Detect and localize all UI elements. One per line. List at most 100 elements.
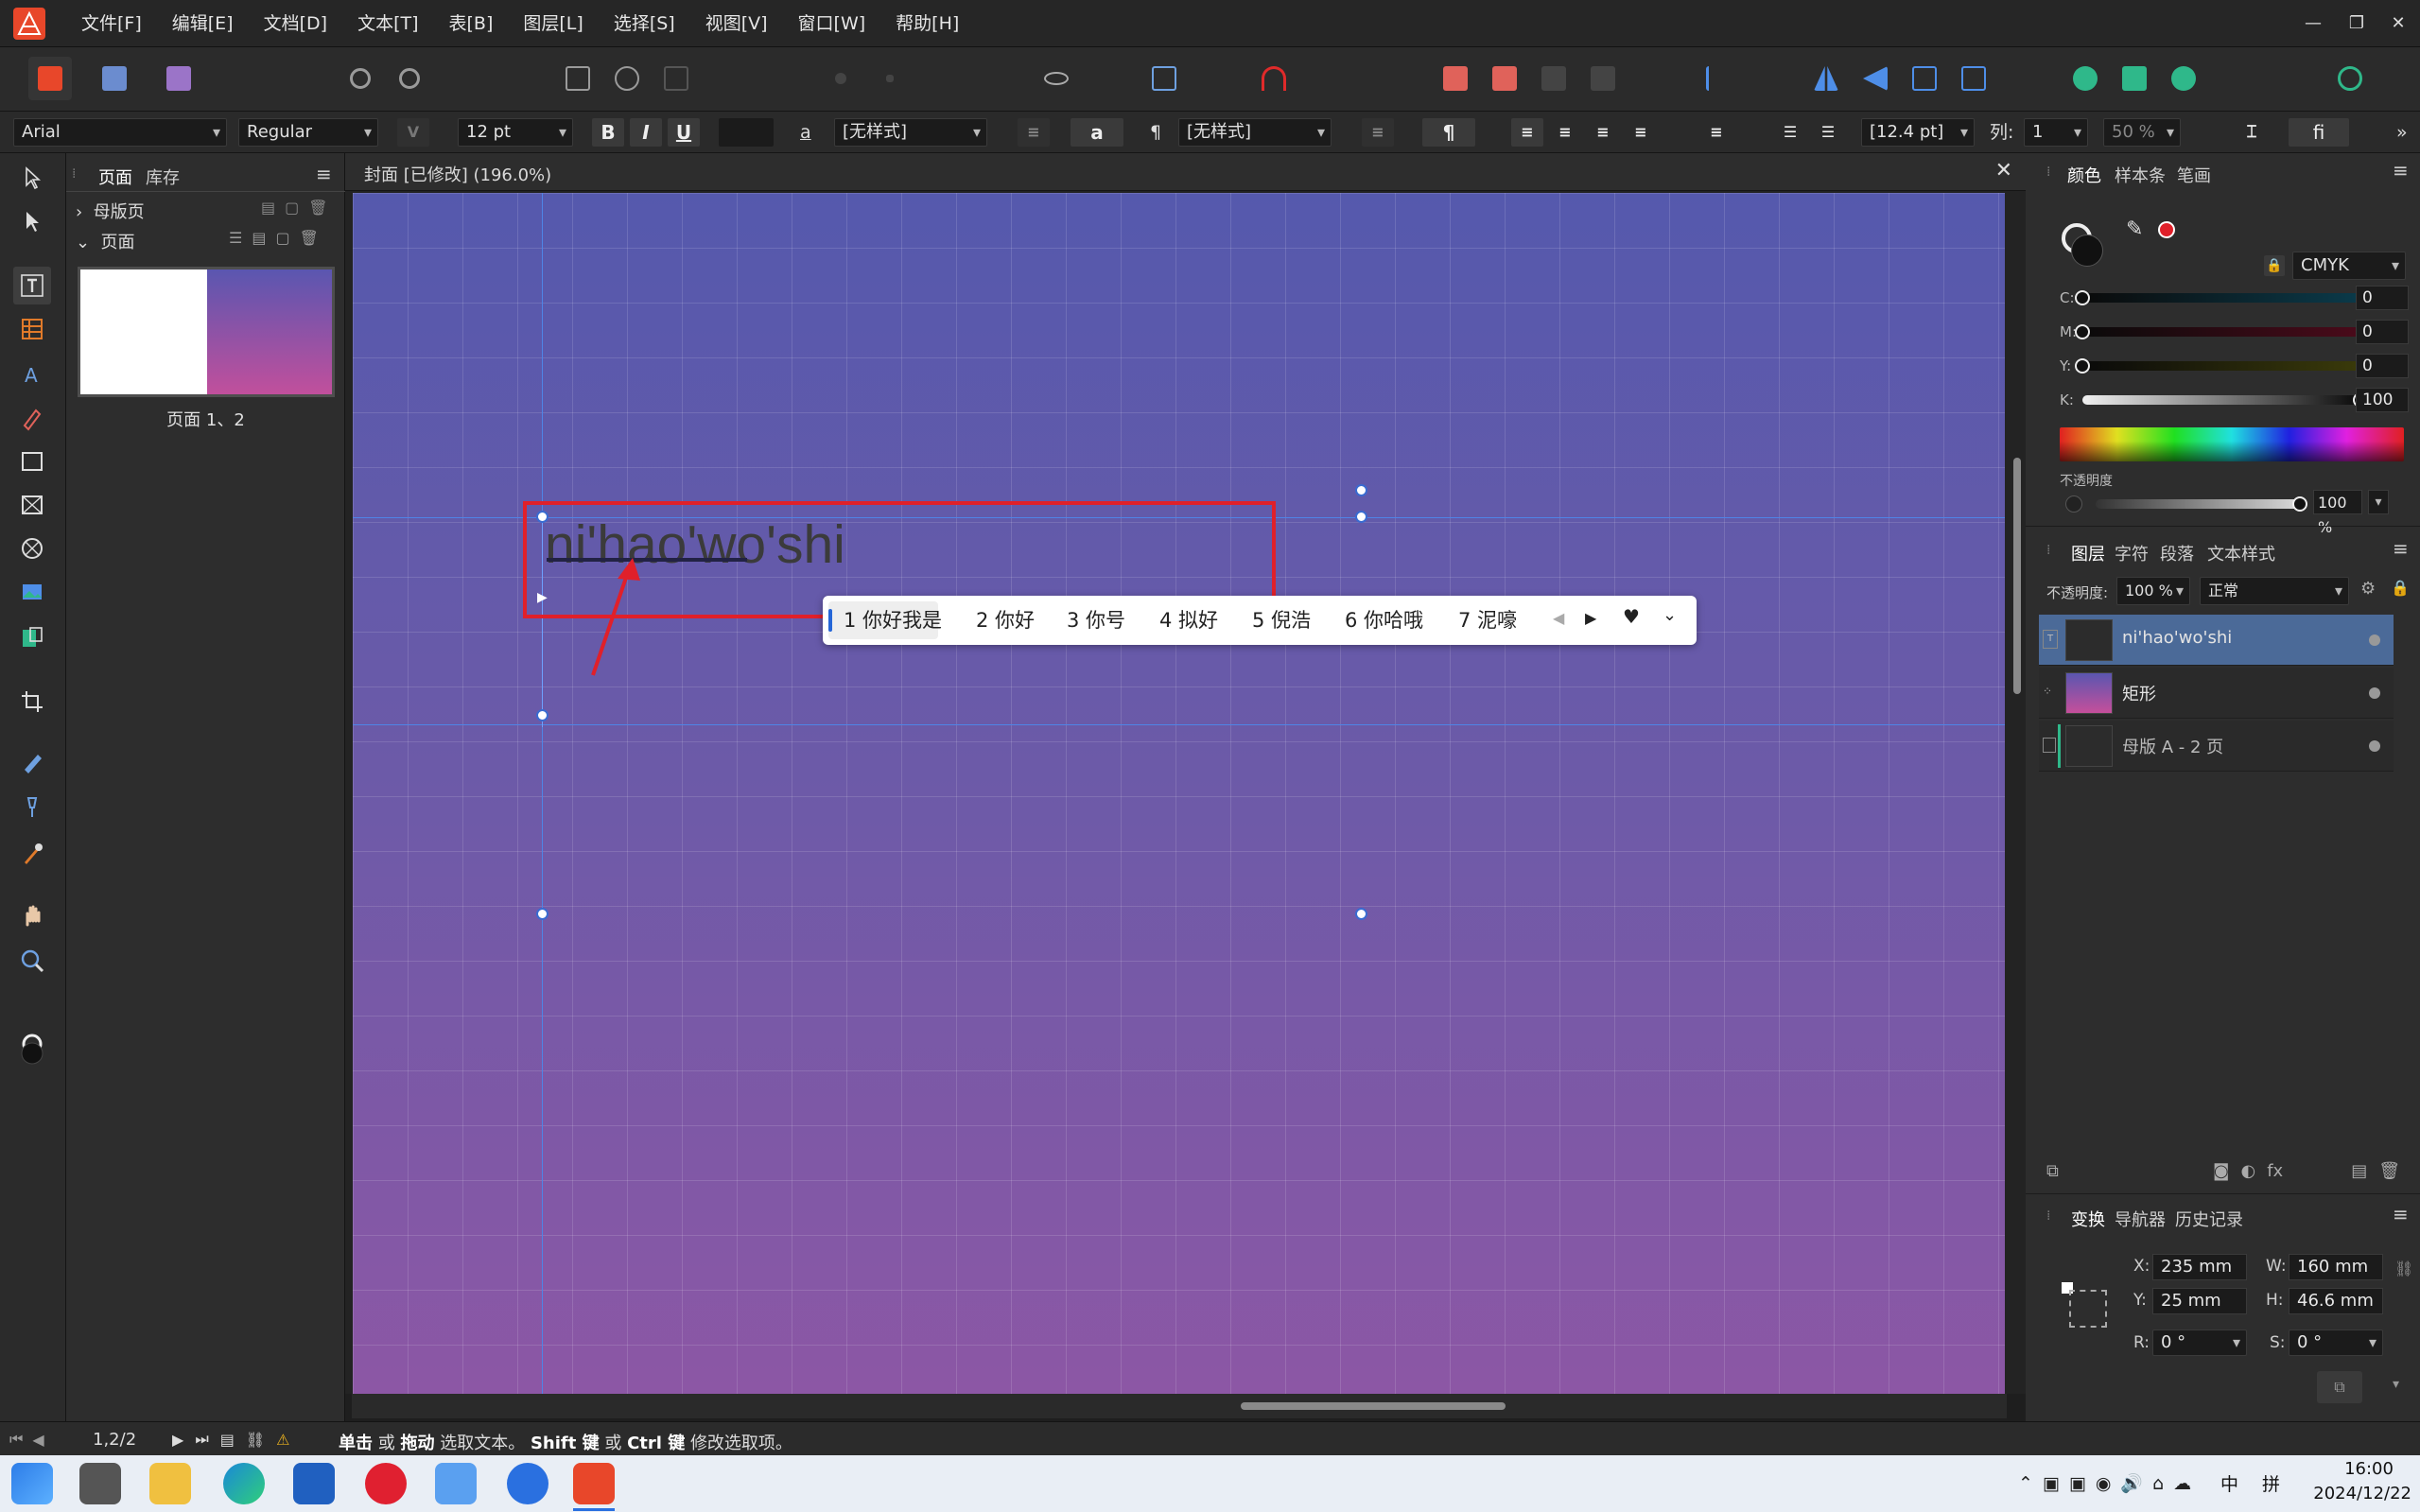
page-counter[interactable]: 1,2/2 — [93, 1430, 136, 1450]
underline-button[interactable]: U — [668, 118, 700, 147]
c-value[interactable]: 0 — [2356, 286, 2409, 310]
horizontal-scrollbar[interactable] — [352, 1394, 2007, 1418]
page-options-icon[interactable]: ☰ — [229, 229, 242, 247]
panel-menu-icon[interactable]: ≡ — [2393, 159, 2409, 182]
task-view-icon[interactable] — [79, 1463, 121, 1504]
y-field[interactable]: 25 mm — [2152, 1288, 2247, 1314]
menu-select[interactable]: 选择[S] — [599, 0, 690, 47]
y-value[interactable]: 0 — [2356, 354, 2409, 378]
font-style-select[interactable]: Regular — [238, 118, 378, 147]
fx-icon[interactable]: fx — [2267, 1161, 2283, 1181]
rotate-handle[interactable] — [1355, 484, 1367, 496]
frame-text-tool-icon[interactable] — [13, 267, 51, 304]
delete-master-icon[interactable]: 🗑 — [308, 199, 327, 217]
layer-opacity-select[interactable]: 100 % — [2116, 577, 2190, 605]
menu-text[interactable]: 文本[T] — [342, 0, 433, 47]
layer-settings-gear-icon[interactable]: ⚙ — [2360, 579, 2376, 599]
network-icon[interactable]: ⌂ — [2152, 1473, 2164, 1494]
edge-browser-icon[interactable] — [223, 1463, 265, 1504]
rotate-right-icon[interactable] — [1952, 57, 1995, 100]
no-fill-icon[interactable] — [2065, 495, 2082, 513]
tab-character[interactable]: 字符 — [2115, 541, 2149, 565]
toolbar-overflow-icon[interactable]: » — [2396, 118, 2408, 147]
prev-page-icon[interactable]: ◀ — [32, 1431, 44, 1449]
arrange-back-icon[interactable] — [1581, 57, 1625, 100]
next-page-icon[interactable]: ▶ — [172, 1431, 183, 1449]
align-left-icon[interactable]: ≡ — [1511, 118, 1543, 147]
y-slider-knob[interactable] — [2075, 358, 2090, 374]
ime-mode-indicator[interactable]: 拼 — [2262, 1470, 2280, 1496]
shear-field[interactable]: 0 ° — [2289, 1330, 2383, 1356]
node-tool-icon[interactable] — [13, 202, 51, 240]
tab-color[interactable]: 颜色 — [2067, 163, 2101, 187]
justify-icon[interactable]: ≡ — [1625, 118, 1657, 147]
opacity-slider[interactable] — [2096, 499, 2304, 509]
vertical-scrollbar[interactable] — [2011, 195, 2024, 1388]
place-image-tool-icon[interactable] — [13, 573, 51, 611]
tab-pages[interactable]: 页面 — [98, 165, 132, 189]
menu-window[interactable]: 窗口[W] — [783, 0, 881, 47]
frame-inset-icon[interactable]: ⌶ — [2236, 118, 2268, 147]
visibility-dot-icon[interactable] — [2369, 687, 2380, 699]
netease-music-icon[interactable] — [365, 1463, 407, 1504]
view-mode-icon[interactable] — [556, 57, 600, 100]
duplicate-page-icon[interactable]: ▢ — [275, 229, 289, 247]
transform-origin-icon[interactable]: ⧉ — [2317, 1371, 2362, 1403]
rotation-field[interactable]: 0 ° — [2152, 1330, 2247, 1356]
first-page-icon[interactable]: ⏮ — [9, 1430, 23, 1449]
adjustment-icon[interactable]: ◐ — [2240, 1161, 2255, 1181]
menu-layer[interactable]: 图层[L] — [508, 0, 598, 47]
browser-app-icon[interactable] — [507, 1463, 548, 1504]
text-frame-icon[interactable] — [1142, 57, 1186, 100]
menu-view[interactable]: 视图[V] — [690, 0, 783, 47]
mask-icon[interactable]: ◙ — [2213, 1161, 2229, 1181]
para-style-options-icon[interactable]: ≡ — [1362, 118, 1394, 147]
picture-frame-tool-icon[interactable] — [13, 486, 51, 524]
next-page-icon[interactable]: ▶ — [1585, 609, 1596, 627]
artistic-text-tool-icon[interactable]: A — [13, 356, 51, 393]
tab-layers[interactable]: 图层 — [2071, 541, 2105, 565]
ime-candidate-2[interactable]: 2 你好 — [976, 605, 1035, 634]
master-pages-section[interactable]: › 母版页 — [76, 199, 145, 223]
crop-tool-icon[interactable] — [13, 683, 51, 721]
layer-row[interactable]: 母版 A - 2 页 — [2039, 721, 2394, 772]
w-field[interactable]: 160 mm — [2289, 1254, 2383, 1280]
move-tool-icon[interactable] — [13, 159, 51, 197]
tracking-icon[interactable]: V — [397, 118, 429, 147]
vertical-align-icon[interactable]: ≡ — [1700, 118, 1732, 147]
arrange-forward-icon[interactable] — [1483, 57, 1526, 100]
small-pin-icon[interactable] — [868, 57, 912, 100]
boolean-intersect-icon[interactable] — [2162, 57, 2205, 100]
ligatures-button[interactable]: fi — [2289, 118, 2349, 147]
columns-stepper[interactable]: 1 — [2024, 118, 2088, 147]
layer-stack-icon[interactable]: ⧉ — [2046, 1161, 2059, 1181]
menu-document[interactable]: 文档[D] — [249, 0, 342, 47]
flip-vertical-icon[interactable] — [1854, 57, 1897, 100]
file-explorer-icon[interactable] — [149, 1463, 191, 1504]
k-value[interactable]: 100 — [2356, 388, 2409, 412]
frame-handle[interactable] — [1355, 908, 1367, 920]
font-size-select[interactable]: 12 pt — [458, 118, 573, 147]
font-family-select[interactable]: Arial — [13, 118, 227, 147]
color-picker-tool-icon[interactable] — [13, 834, 51, 872]
menu-file[interactable]: 文件[F] — [66, 0, 157, 47]
hand-tool-icon[interactable] — [13, 896, 51, 934]
emoji-icon[interactable]: ♥ — [1623, 605, 1640, 628]
horizontal-scroll-thumb[interactable] — [1241, 1402, 1506, 1410]
opacity-slider-knob[interactable] — [2292, 496, 2307, 512]
ellipse-frame-tool-icon[interactable] — [13, 530, 51, 567]
ime-candidate-7[interactable]: 7 泥嚎 — [1458, 605, 1517, 634]
gutter-percent-field[interactable]: 50 % — [2103, 118, 2181, 147]
zoom-tool-icon[interactable] — [13, 942, 51, 980]
tab-navigator[interactable]: 导航器 — [2115, 1207, 2166, 1231]
spread-thumbnail[interactable] — [78, 267, 335, 397]
delete-page-icon[interactable]: 🗑 — [300, 229, 319, 247]
visibility-dot-icon[interactable] — [2369, 740, 2380, 752]
align-icon[interactable] — [1697, 57, 1740, 100]
pin-icon[interactable] — [819, 57, 862, 100]
char-a-button[interactable]: a — [1071, 118, 1123, 147]
frame-handle[interactable] — [536, 709, 548, 721]
color-spectrum[interactable] — [2060, 427, 2404, 461]
arrange-backward-icon[interactable] — [1532, 57, 1576, 100]
close-window-icon[interactable]: ✕ — [2376, 0, 2420, 47]
